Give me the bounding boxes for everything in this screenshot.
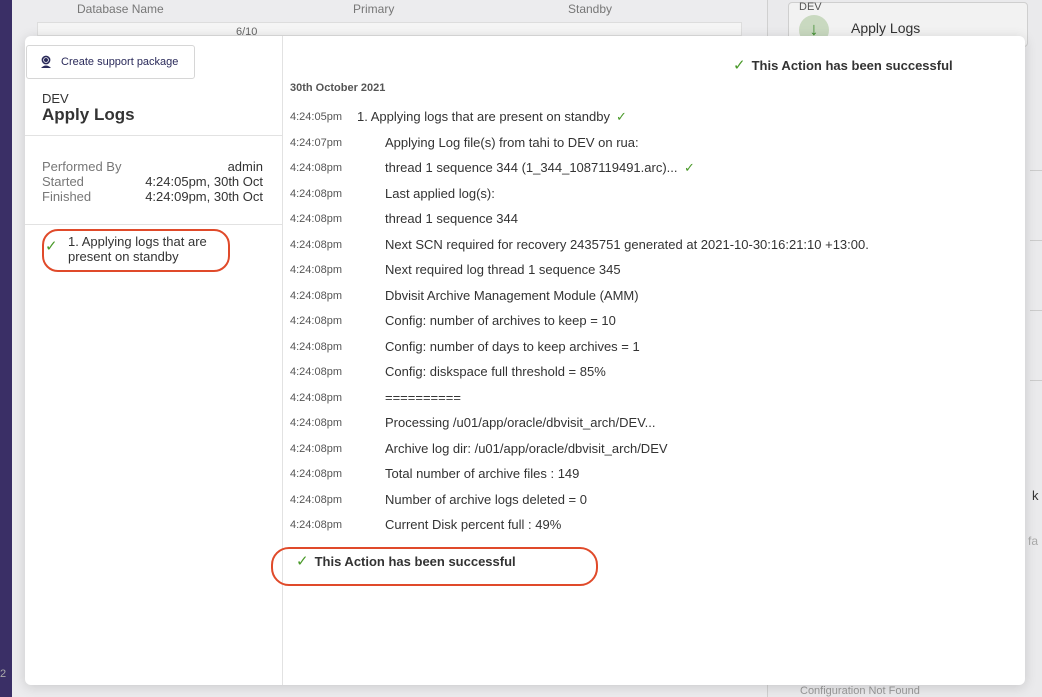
log-message: Config: number of days to keep archives … [385,338,640,354]
log-time: 4:24:08pm [290,366,342,378]
log-time: 4:24:08pm [290,468,342,480]
log-row: 4:24:08pm Current Disk percent full : 49% [290,517,1020,535]
log-message: Next required log thread 1 sequence 345 [385,262,621,277]
column-database-name: Database Name [77,2,164,16]
log-message: thread 1 sequence 344 [385,211,518,226]
log-time: 4:24:08pm [290,315,342,327]
check-icon: ✓ [616,109,627,124]
log-row: 4:24:08pm Config: diskspace full threshol… [290,364,1020,382]
log-message: ========== [385,389,461,405]
log-row: 4:24:08pm ========== [290,390,1020,408]
divider [25,224,283,225]
card-db-name: DEV [799,1,822,13]
log-time: 4:24:08pm [290,417,342,429]
log-row: 4:24:08pm Config: number of archives to k… [290,313,1020,331]
log-message: Config: number of archives to keep = 10 [385,313,616,328]
log-time: 4:24:08pm [290,264,342,276]
divider [1030,170,1042,171]
log-message: thread 1 sequence 344 (1_344_1087119491.… [385,160,678,175]
check-icon: ✓ [733,57,746,74]
column-primary: Primary [353,2,395,16]
log-date: 30th October 2021 [290,82,386,94]
log-message: Applying Log file(s) from tahi to DEV on… [385,134,639,150]
success-banner: ✓ This Action has been successful [733,56,953,74]
log-message: Dbvisit Archive Management Module (AMM) [385,287,639,303]
card-action-label: Apply Logs [851,20,921,36]
log-message: Number of archive logs deleted = 0 [385,491,587,507]
divider [1030,310,1042,311]
log-time: 4:24:08pm [290,442,342,455]
log-time: 4:24:08pm [290,187,342,200]
modal-sidebar: Create support package DEV Apply Logs Pe… [25,36,283,685]
action-title: Apply Logs [42,105,135,124]
log-row: 4:24:08pm thread 1 sequence 344 (1_344_10… [290,160,1020,178]
log-panel: ✓ This Action has been successful 30th Oc… [271,36,1025,685]
log-time: 4:24:08pm [290,493,342,506]
cut-off-text: fa [1028,534,1039,548]
log-row: 4:24:08pm Next required log thread 1 sequ… [290,262,1020,280]
success-text: This Action has been successful [751,58,953,73]
support-button-label: Create support package [61,56,179,68]
log-message: Next SCN required for recovery 2435751 g… [385,236,869,252]
started-label: Started [42,174,84,189]
log-row: 4:24:08pm Last applied log(s): [290,186,1020,204]
cut-off-text: k [1032,488,1039,503]
log-row: 4:24:08pm Next SCN required for recovery … [290,237,1020,255]
divider [1030,380,1042,381]
log-message: Current Disk percent full : 49% [385,517,562,532]
log-message: Config: diskspace full threshold = 85% [385,364,606,379]
log-time: 4:24:07pm [290,136,342,149]
config-status: Configuration Not Found [800,685,920,697]
log-message: Total number of archive files : 149 [385,466,580,481]
highlight-ring [42,229,230,272]
log-time: 4:24:08pm [290,519,342,531]
log-time: 4:24:08pm [290,289,342,302]
log-time: 4:24:08pm [290,213,342,225]
log-row: 4:24:08pm Total number of archive files :… [290,466,1020,484]
database-name: DEV [42,91,69,106]
log-time: 4:24:08pm [290,391,342,404]
log-row: 4:24:05pm 1. Applying logs that are prese… [290,109,1020,127]
log-time: 4:24:08pm [290,340,342,353]
side-navbar: 2 [0,0,12,697]
started-row: Started 4:24:05pm, 30th Oct [42,174,263,189]
create-support-package-button[interactable]: Create support package [26,45,195,79]
table-header: Database Name Primary Standby [12,2,767,18]
finished-row: Finished 4:24:09pm, 30th Oct [42,189,263,204]
log-row: 4:24:08pm Number of archive logs deleted … [290,492,1020,510]
performed-by-row: Performed By admin [42,159,263,174]
apply-logs-modal: Create support package DEV Apply Logs Pe… [25,36,1025,685]
log-message: 1. Applying logs that are present on sta… [357,109,610,124]
page-number: 2 [0,668,7,680]
column-standby: Standby [568,2,613,16]
divider [25,135,283,136]
performed-by-value: admin [227,159,263,174]
log-row: 4:24:08pm Processing /u01/app/oracle/dbvi… [290,415,1020,433]
log-message: Last applied log(s): [385,185,495,201]
support-agent-icon [39,55,53,69]
table-row: 6/10 [37,22,742,38]
log-row: 4:24:08pm Dbvisit Archive Management Modu… [290,288,1020,306]
log-row: 4:24:08pm thread 1 sequence 344 [290,211,1020,229]
started-value: 4:24:05pm, 30th Oct [145,174,263,189]
finished-label: Finished [42,189,92,204]
log-time: 4:24:05pm [290,111,342,123]
log-row: 4:24:08pm Config: number of days to keep … [290,339,1020,357]
log-row: 4:24:07pm Applying Log file(s) from tahi … [290,135,1020,153]
finished-value: 4:24:09pm, 30th Oct [145,189,263,204]
performed-by-label: Performed By [42,159,122,174]
log-row: 4:24:08pm Archive log dir: /u01/app/oracl… [290,441,1020,459]
log-message: Processing /u01/app/oracle/dbvisit_arch/… [385,415,656,430]
highlight-ring [271,547,598,586]
divider [1030,240,1042,241]
log-time: 4:24:08pm [290,162,342,174]
check-icon: ✓ [684,160,695,175]
log-time: 4:24:08pm [290,238,342,251]
log-message: Archive log dir: /u01/app/oracle/dbvisit… [385,440,668,456]
